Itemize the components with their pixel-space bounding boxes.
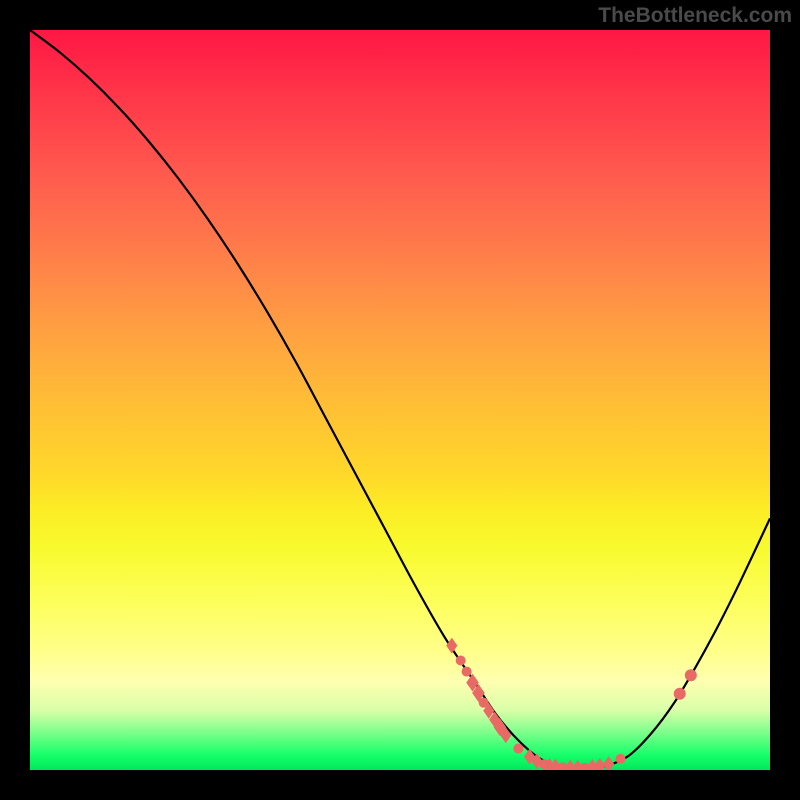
marker-diamond bbox=[603, 756, 614, 770]
marker-circle bbox=[616, 754, 626, 764]
marker-circle bbox=[456, 655, 466, 665]
marker-circle bbox=[685, 669, 697, 681]
chart-svg bbox=[30, 30, 770, 770]
marker-diamond bbox=[446, 638, 457, 654]
marker-circle bbox=[674, 688, 686, 700]
watermark-text: TheBottleneck.com bbox=[598, 4, 792, 28]
bottleneck-curve bbox=[30, 30, 770, 768]
chart-plot-area bbox=[30, 30, 770, 770]
marker-circle bbox=[462, 667, 472, 677]
chart-markers bbox=[446, 638, 697, 770]
marker-circle bbox=[513, 744, 523, 754]
